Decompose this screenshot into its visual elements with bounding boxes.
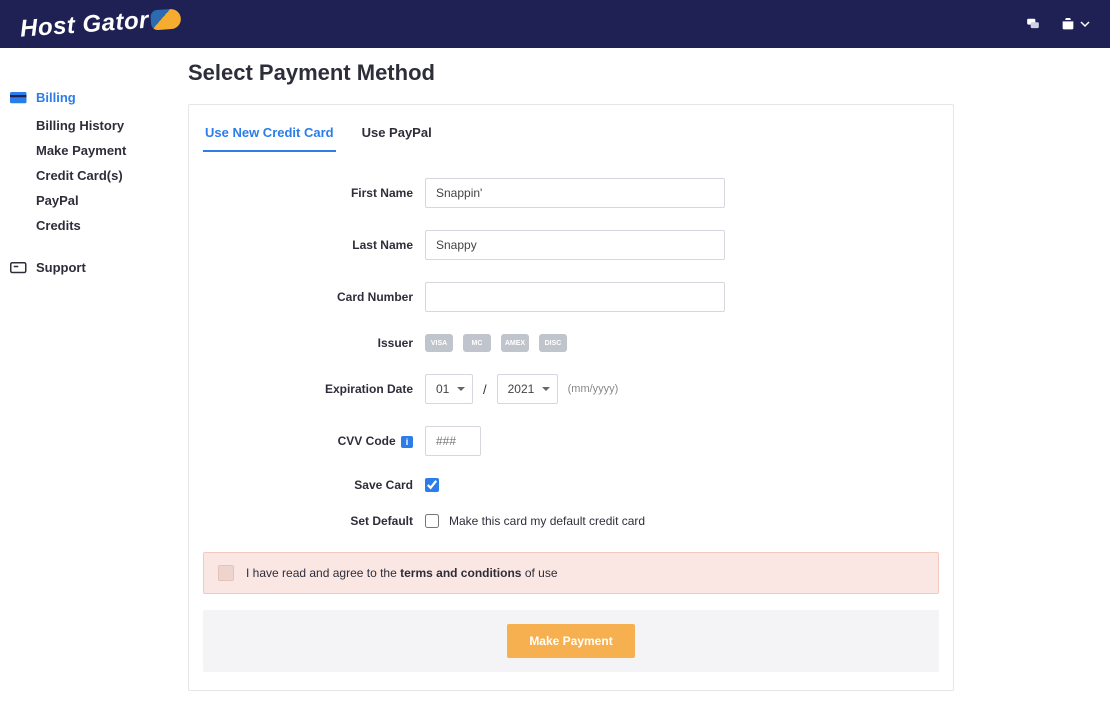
agree-checkbox[interactable]	[218, 565, 234, 581]
expiration-label: Expiration Date	[203, 382, 425, 396]
first-name-input[interactable]	[425, 178, 725, 208]
sidebar-item-credit-cards[interactable]: Credit Card(s)	[36, 163, 170, 188]
brand-name: Host Gator	[19, 7, 150, 44]
expiration-month-select[interactable]: 01	[425, 374, 473, 404]
discover-icon: DISC	[539, 334, 567, 352]
cvv-label: CVV Code i	[203, 434, 425, 448]
sidebar-item-paypal[interactable]: PayPal	[36, 188, 170, 213]
issuer-label: Issuer	[203, 336, 425, 350]
expiration-year-select[interactable]: 2021	[497, 374, 558, 404]
agree-text: I have read and agree to the terms and c…	[246, 566, 558, 580]
last-name-input[interactable]	[425, 230, 725, 260]
brand-logo[interactable]: Host Gator	[19, 4, 182, 43]
first-name-label: First Name	[203, 186, 425, 200]
page-title: Select Payment Method	[188, 60, 954, 86]
make-payment-button[interactable]: Make Payment	[507, 624, 634, 658]
set-default-checkbox[interactable]	[425, 514, 439, 528]
account-menu[interactable]	[1060, 16, 1090, 32]
chevron-down-icon	[1080, 19, 1090, 29]
card-number-input[interactable]	[425, 282, 725, 312]
agree-box: I have read and agree to the terms and c…	[203, 552, 939, 594]
sidebar-section-billing[interactable]: Billing	[10, 86, 170, 109]
credit-card-icon	[10, 91, 28, 105]
sidebar-item-billing-history[interactable]: Billing History	[36, 113, 170, 138]
last-name-label: Last Name	[203, 238, 425, 252]
info-icon[interactable]: i	[401, 436, 413, 448]
support-icon	[10, 261, 28, 275]
save-card-checkbox[interactable]	[425, 478, 439, 492]
chat-icon[interactable]	[1024, 17, 1042, 31]
mastercard-icon: MC	[463, 334, 491, 352]
tab-paypal[interactable]: Use PayPal	[360, 117, 434, 150]
set-default-text: Make this card my default credit card	[449, 514, 645, 528]
toolbox-icon	[1060, 16, 1076, 32]
sidebar-section-label: Billing	[36, 90, 76, 105]
save-card-label: Save Card	[203, 478, 425, 492]
card-number-label: Card Number	[203, 290, 425, 304]
visa-icon: VISA	[425, 334, 453, 352]
sidebar-section-support[interactable]: Support	[10, 256, 170, 279]
set-default-label: Set Default	[203, 514, 425, 528]
cvv-input[interactable]	[425, 426, 481, 456]
sidebar-item-make-payment[interactable]: Make Payment	[36, 138, 170, 163]
expiration-hint: (mm/yyyy)	[568, 383, 619, 395]
sidebar-item-credits[interactable]: Credits	[36, 213, 170, 238]
sidebar-section-label: Support	[36, 260, 86, 275]
amex-icon: AMEX	[501, 334, 529, 352]
tab-new-card[interactable]: Use New Credit Card	[203, 117, 336, 150]
brand-mascot-icon	[150, 8, 181, 30]
expiration-sep: /	[483, 382, 487, 397]
